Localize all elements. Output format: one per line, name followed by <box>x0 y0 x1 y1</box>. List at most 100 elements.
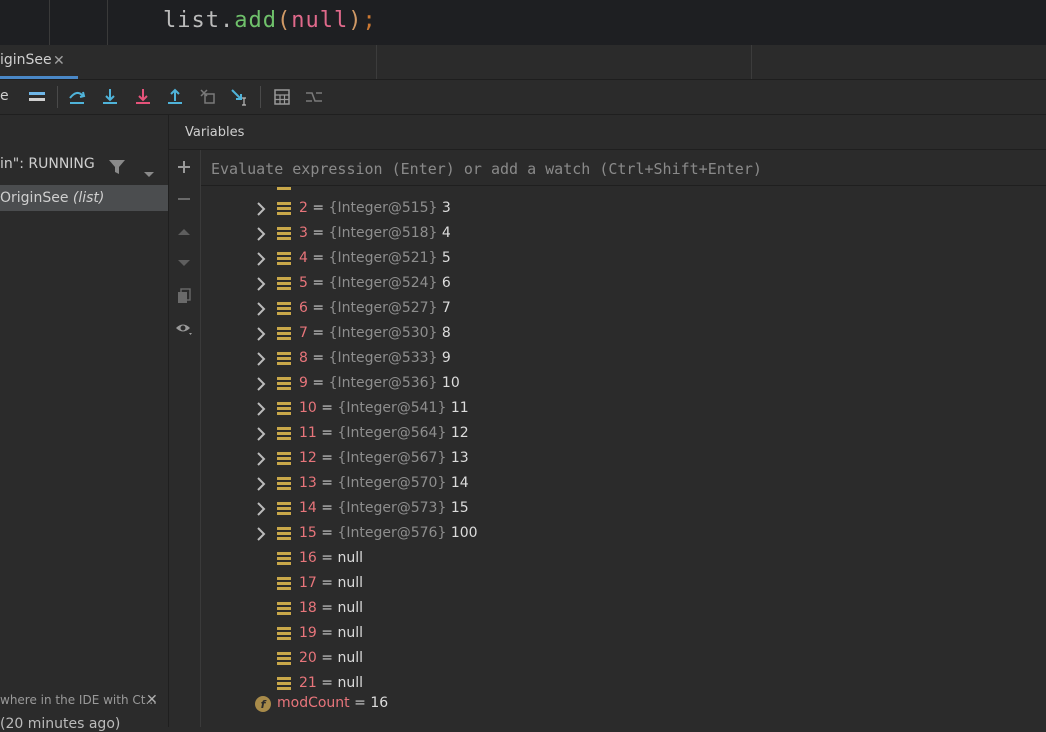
variable-text: 12 = {Integer@567} 13 <box>299 450 469 466</box>
evaluate-expression-icon[interactable] <box>271 86 293 108</box>
variable-row[interactable]: 13 = {Integer@570} 14 <box>201 472 1046 497</box>
tab-debug-session[interactable]: iginSee ✕ <box>0 45 78 79</box>
code-identifier: list <box>163 8 220 33</box>
variable-name: 7 <box>299 325 308 341</box>
variable-value: null <box>337 550 363 566</box>
variable-name: 8 <box>299 350 308 366</box>
variable-value: 6 <box>441 275 451 291</box>
variable-text: 7 = {Integer@530} 8 <box>299 325 451 341</box>
chevron-right-icon[interactable] <box>253 426 269 442</box>
eye-icon[interactable] <box>174 319 194 339</box>
variable-row[interactable]: 3 = {Integer@518} 4 <box>201 222 1046 247</box>
chevron-right-icon[interactable] <box>253 376 269 392</box>
chevron-down-icon[interactable] <box>143 164 155 183</box>
field-row-modcount[interactable]: f modCount = 16 <box>201 692 1046 717</box>
variable-text: 16 = null <box>299 550 363 566</box>
chevron-right-icon[interactable] <box>253 226 269 242</box>
chevron-right-icon[interactable] <box>253 401 269 417</box>
array-element-icon <box>277 227 291 241</box>
step-out-icon[interactable] <box>164 86 186 108</box>
variable-row[interactable]: 19 = null <box>201 622 1046 647</box>
variable-row[interactable]: 14 = {Integer@573} 15 <box>201 497 1046 522</box>
variable-row[interactable]: 20 = null <box>201 647 1046 672</box>
variable-type: {Integer@576} <box>337 525 451 541</box>
variable-value: 7 <box>441 300 451 316</box>
variable-text: 18 = null <box>299 600 363 616</box>
variable-row[interactable]: 8 = {Integer@533} 9 <box>201 347 1046 372</box>
watch-side-toolbar <box>169 150 201 727</box>
equals-sign: = <box>307 325 329 341</box>
chevron-right-icon[interactable] <box>253 451 269 467</box>
equals-sign: = <box>307 225 329 241</box>
thread-selector[interactable]: in": RUNNING <box>0 151 168 185</box>
chevron-right-icon[interactable] <box>253 526 269 542</box>
equals-sign: = <box>316 575 338 591</box>
variable-row[interactable]: 7 = {Integer@530} 8 <box>201 322 1046 347</box>
variable-value: null <box>337 675 363 691</box>
variable-row[interactable]: 6 = {Integer@527} 7 <box>201 297 1046 322</box>
evaluate-expression-input[interactable] <box>209 157 1033 181</box>
variable-row[interactable]: 17 = null <box>201 572 1046 597</box>
field-name: modCount <box>277 695 350 711</box>
array-element-icon <box>277 252 291 266</box>
variable-name: 9 <box>299 375 308 391</box>
modcount-text: modCount = 16 <box>277 695 388 711</box>
trace-icon[interactable] <box>303 86 325 108</box>
move-down-icon[interactable] <box>174 253 194 273</box>
move-up-icon[interactable] <box>174 222 194 242</box>
variable-row[interactable]: 5 = {Integer@524} 6 <box>201 272 1046 297</box>
variable-row[interactable]: 18 = null <box>201 597 1046 622</box>
frame-item[interactable]: OriginSee (list) <box>0 185 168 211</box>
code-keyword: null <box>291 8 349 33</box>
field-icon: f <box>255 696 271 712</box>
chevron-right-icon[interactable] <box>253 476 269 492</box>
run-to-cursor-icon[interactable] <box>229 86 251 108</box>
chevron-right-icon[interactable] <box>253 276 269 292</box>
variable-text: 14 = {Integer@573} 15 <box>299 500 469 516</box>
chevron-right-icon[interactable] <box>253 351 269 367</box>
variable-row[interactable]: 12 = {Integer@567} 13 <box>201 447 1046 472</box>
code-editor[interactable]: list.add(null); <box>0 0 1046 46</box>
variable-row[interactable]: 16 = null <box>201 547 1046 572</box>
chevron-right-icon[interactable] <box>253 326 269 342</box>
filter-icon[interactable] <box>108 159 126 179</box>
copy-icon[interactable] <box>174 286 194 306</box>
force-step-into-icon[interactable] <box>132 86 154 108</box>
debug-tabs-bar: iginSee ✕ <box>0 45 1046 80</box>
frame-context: (list) <box>72 190 105 206</box>
add-icon[interactable] <box>174 157 194 177</box>
variable-text: 19 = null <box>299 625 363 641</box>
array-element-icon <box>277 452 291 466</box>
step-over-icon[interactable] <box>66 86 88 108</box>
variable-row[interactable]: 10 = {Integer@541} 11 <box>201 397 1046 422</box>
array-element-icon <box>277 277 291 291</box>
variable-row[interactable]: 9 = {Integer@536} 10 <box>201 372 1046 397</box>
chevron-right-icon[interactable] <box>253 501 269 517</box>
close-icon[interactable]: ✕ <box>53 53 65 69</box>
variable-value: 13 <box>450 450 469 466</box>
chevron-right-icon[interactable] <box>253 251 269 267</box>
variables-header: Variables <box>169 115 1046 150</box>
variable-type: {Integer@518} <box>328 225 442 241</box>
variable-row[interactable]: 4 = {Integer@521} 5 <box>201 247 1046 272</box>
array-element-icon <box>277 627 291 641</box>
code-line[interactable]: list.add(null); <box>163 8 377 33</box>
menu-icon[interactable] <box>26 86 48 108</box>
array-element-icon <box>277 652 291 666</box>
equals-sign: = <box>307 200 329 216</box>
variable-text: 21 = null <box>299 675 363 691</box>
step-into-icon[interactable] <box>99 86 121 108</box>
chevron-right-icon[interactable] <box>253 301 269 317</box>
drop-frame-icon[interactable] <box>197 86 219 108</box>
close-icon[interactable]: ✕ <box>146 692 158 708</box>
variable-row[interactable]: 11 = {Integer@564} 12 <box>201 422 1046 447</box>
variable-row[interactable]: 15 = {Integer@576} 100 <box>201 522 1046 547</box>
variable-row[interactable]: 2 = {Integer@515} 3 <box>201 197 1046 222</box>
code-method: add <box>234 8 277 33</box>
equals-sign: = <box>307 250 329 266</box>
variable-type: {Integer@530} <box>328 325 442 341</box>
equals-sign: = <box>316 475 338 491</box>
remove-icon[interactable] <box>174 189 194 209</box>
chevron-right-icon[interactable] <box>253 201 269 217</box>
variable-value: 10 <box>441 375 460 391</box>
